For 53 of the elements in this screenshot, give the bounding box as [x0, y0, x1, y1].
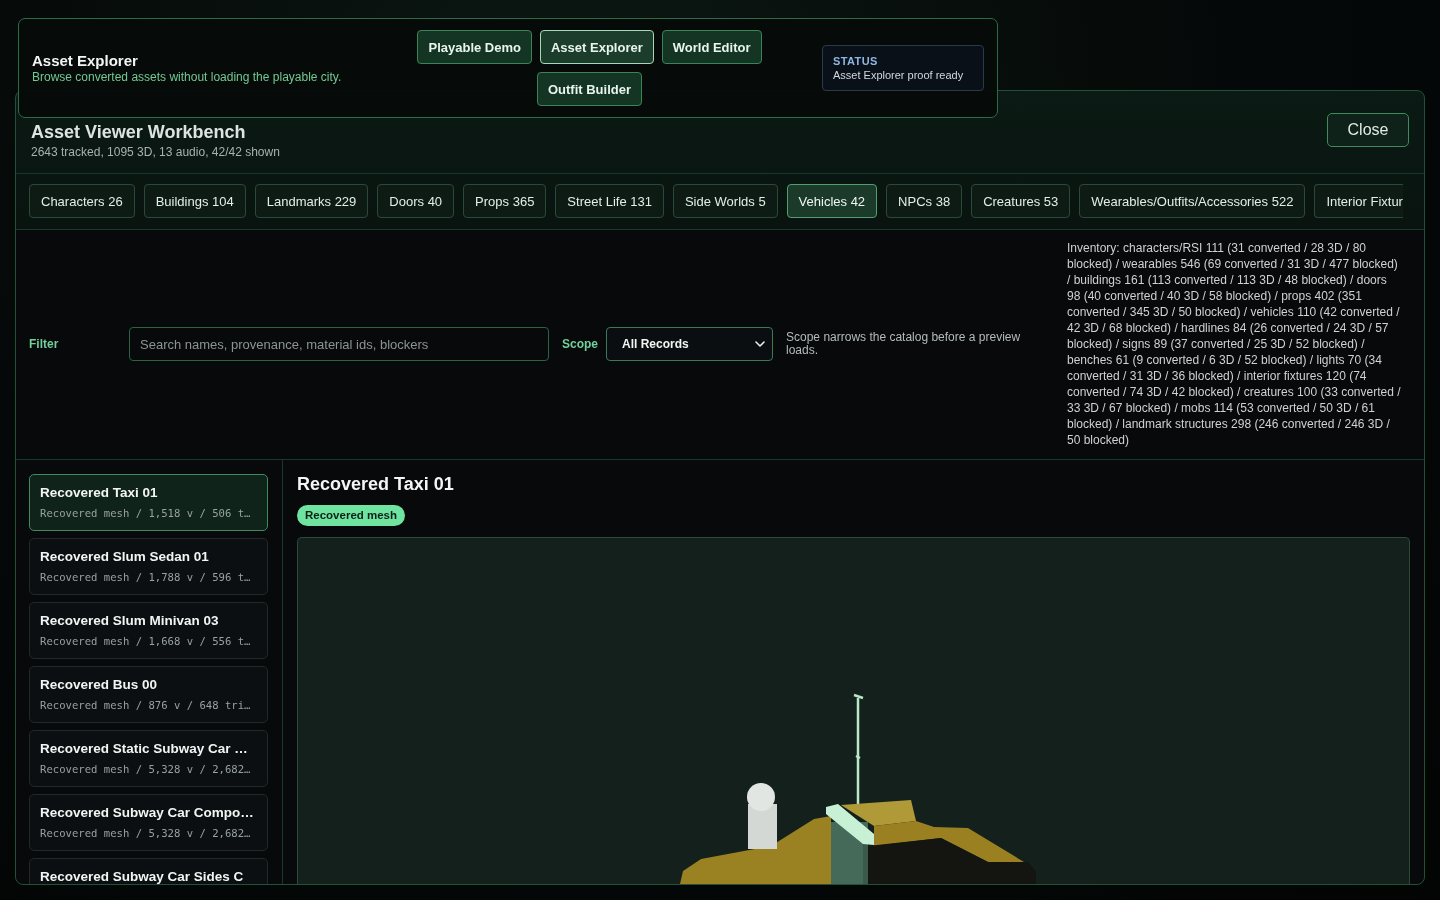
category-tab[interactable]: NPCs 38 — [886, 184, 963, 218]
status-text: Asset Explorer proof ready — [833, 67, 965, 83]
asset-title: Recovered Subway Car Compo… — [40, 804, 255, 822]
category-tab[interactable]: Props 365 — [463, 184, 547, 218]
category-tab[interactable]: Doors 40 — [377, 184, 455, 218]
asset-title: Recovered Subway Car Sides C — [40, 868, 245, 884]
asset-card[interactable]: Recovered Slum Sedan 01 Recovered mesh / 1,788 v / 596 t… — [29, 538, 268, 595]
asset-card[interactable]: Recovered Subway Car Sides C — [29, 858, 268, 884]
scope-select[interactable]: All Records — [606, 327, 773, 361]
asset-title: Recovered Bus 00 — [40, 676, 159, 694]
asset-card[interactable]: Recovered Bus 00 Recovered mesh / 876 v / 648 tri… — [29, 666, 268, 723]
category-tab[interactable]: Interior Fixtur — [1314, 184, 1403, 218]
status-label: STATUS — [833, 53, 879, 68]
asset-detail: Recovered mesh / 5,328 v / 2,682… — [40, 826, 252, 841]
app-title: Asset Explorer — [32, 51, 139, 70]
workbench-summary: 2643 tracked, 1095 3D, 13 audio, 42/42 shown — [31, 144, 280, 160]
model-viewport[interactable] — [297, 537, 1410, 884]
asset-detail: Recovered mesh / 5,328 v / 2,682… — [40, 762, 252, 777]
category-tab[interactable]: Street Life 131 — [555, 184, 664, 218]
scope-hint: Scope narrows the catalog before a preview loads. — [786, 331, 1022, 357]
asset-title: Recovered Taxi 01 — [40, 484, 159, 502]
filter-label: Filter — [29, 337, 60, 351]
workbench-title: Asset Viewer Workbench — [31, 121, 247, 143]
asset-detail: Recovered mesh / 1,788 v / 596 t… — [40, 570, 252, 585]
category-tab[interactable]: Wearables/Outfits/Accessories 522 — [1079, 184, 1306, 218]
asset-title: Recovered Slum Sedan 01 — [40, 548, 210, 566]
search-field[interactable]: Search names, provenance, material ids, blockers — [129, 327, 549, 361]
asset-detail: Recovered mesh / 1,518 v / 506 t… — [40, 506, 252, 521]
close-button[interactable]: Close — [1327, 113, 1409, 147]
mesh-status-badge: Recovered mesh — [297, 505, 406, 526]
asset-detail: Recovered mesh / 1,668 v / 556 t… — [40, 634, 252, 649]
category-tab[interactable]: Buildings 104 — [143, 184, 246, 218]
nav-button[interactable]: World Editor — [661, 30, 762, 64]
asset-card[interactable]: Recovered Slum Minivan 03 Recovered mesh / 1,668 v / 556 t… — [29, 602, 268, 659]
nav-button[interactable]: Outfit Builder — [536, 72, 642, 106]
category-tab[interactable]: Characters 26 — [29, 184, 135, 218]
chevron-icon — [755, 341, 765, 347]
app-subtitle: Browse converted assets without loading the playable city. — [32, 70, 343, 85]
category-tab[interactable]: Creatures 53 — [971, 184, 1071, 218]
inventory-summary: Inventory: characters/RSI 111 (31 converted / 28 3D / 80 blocked) / wearables 546 (69 converted / 31 3D / 477 blocked) / buildings 161 (113 converted / 113 3D / 48 blocked) / doors 98 (40 converted / 40 3D / 58 blocked) / props 402 (351 converted / 345 3D / 50 blocked) / vehicles 110 (42 converted / 42 3D / 68 blocked) / hardlines 84 (26 converted / 24 3D / 57 blocked) / signs 89 (37 converted / 25 3D / 52 blocked) / benches 61 (9 converted / 6 3D / 52 blocked) / lights 70 (34 converted / 31 3D / 36 blocked) / interior fixtures 120 (74 converted / 74 3D / 42 blocked) / creatures 100 (33 converted / 33 3D / 67 blocked) / mobs 114 (53 converted / 50 3D / 61 blocked) / landmark structures 298 (246 converted / 246 3D / 50 blocked) — [1067, 240, 1402, 448]
nav-button[interactable]: Asset Explorer — [540, 30, 654, 64]
category-tab[interactable]: Side Worlds 5 — [672, 184, 778, 218]
category-tab[interactable]: Landmarks 229 — [254, 184, 369, 218]
asset-card[interactable]: Recovered Taxi 01 Recovered mesh / 1,518 v / 506 t… — [29, 474, 268, 531]
asset-title: Recovered Static Subway Car … — [40, 740, 249, 758]
asset-card[interactable]: Recovered Static Subway Car … Recovered mesh / 5,328 v / 2,682… — [29, 730, 268, 787]
category-tab[interactable]: Vehicles 42 — [786, 184, 878, 218]
preview-title: Recovered Taxi 01 — [297, 473, 454, 495]
nav-button[interactable]: Playable Demo — [417, 30, 532, 64]
asset-title: Recovered Slum Minivan 03 — [40, 612, 220, 630]
asset-detail: Recovered mesh / 876 v / 648 tri… — [40, 698, 252, 713]
scope-label: Scope — [562, 337, 598, 351]
asset-card[interactable]: Recovered Subway Car Compo… Recovered mesh / 5,328 v / 2,682… — [29, 794, 268, 851]
